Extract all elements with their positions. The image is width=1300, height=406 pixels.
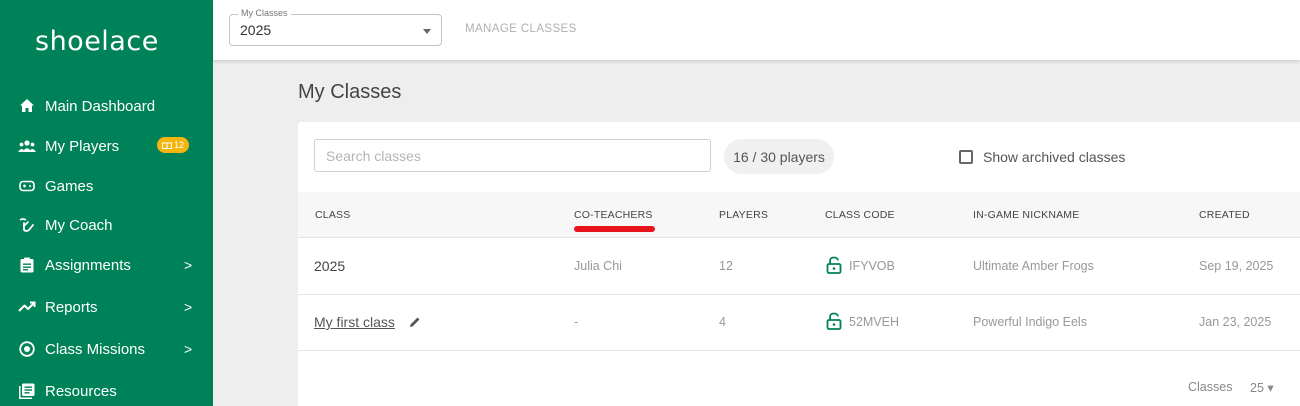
players-cell: 4 [719,315,726,329]
gift-icon [162,142,172,149]
dropdown-arrow-icon [423,29,431,34]
shoelace-logo[interactable]: shoelace [35,18,180,70]
chevron-right-icon: > [184,257,193,273]
column-header-class-code[interactable]: CLASS CODE [825,209,895,221]
page-title: My Classes [298,81,402,103]
logo-text: shoelace [35,26,159,57]
select-label: My Classes [238,8,291,18]
chevron-right-icon: > [184,341,193,357]
sidebar-item-label: Main Dashboard [45,97,156,115]
resources-icon [18,382,36,400]
nickname-cell: Ultimate Amber Frogs [973,259,1094,273]
search-input[interactable] [314,139,711,172]
class-name: 2025 [314,258,346,274]
co-teachers-cell: - [574,315,579,329]
sidebar-item-resources[interactable]: Resources [0,373,213,406]
show-archived-toggle[interactable]: Show archived classes [959,149,1125,165]
table-header: CLASS CO-TEACHERS PLAYERS CLASS CODE IN-… [298,192,1300,238]
sidebar-item-assignments[interactable]: Assignments > [0,247,213,283]
column-header-created[interactable]: CREATED [1199,209,1250,221]
unlock-icon[interactable] [826,312,842,330]
sidebar-item-label: Games [45,177,94,195]
created-cell: Sep 19, 2025 [1199,259,1274,273]
rows-per-page-select[interactable]: 25 ▾ [1250,380,1274,395]
gamepad-icon [18,177,36,195]
archived-label: Show archived classes [983,149,1126,165]
missions-icon [18,340,36,358]
pagination-label: Classes [1188,380,1233,394]
trending-icon [18,298,36,316]
sidebar-item-label: Assignments [45,256,131,274]
unlock-icon[interactable] [826,256,842,274]
column-header-nickname[interactable]: IN-GAME NICKNAME [973,209,1079,221]
home-icon [18,97,36,115]
class-code-cell: 52MVEH [849,315,900,329]
sidebar-item-label: Class Missions [45,340,146,358]
sidebar-item-main-dashboard[interactable]: Main Dashboard [0,88,213,124]
players-count-badge: 16 / 30 players [724,139,834,174]
column-header-co-teachers[interactable]: CO-TEACHERS [574,209,653,221]
sidebar-item-class-missions[interactable]: Class Missions > [0,331,213,367]
table-row[interactable]: 2025 Julia Chi 12 IFYVOB Ultimate Amber … [298,239,1300,295]
sidebar-item-reports[interactable]: Reports > [0,289,213,325]
players-icon [18,137,36,155]
top-bar: My Classes 2025 MANAGE CLASSES [213,0,1300,60]
column-header-players[interactable]: PLAYERS [719,209,768,221]
sidebar-item-label: Reports [45,298,98,316]
sidebar-item-my-players[interactable]: My Players 12 [0,128,213,164]
class-year-select[interactable]: My Classes 2025 [229,8,442,46]
created-cell: Jan 23, 2025 [1199,315,1272,329]
sidebar-item-label: Resources [45,382,117,400]
nickname-cell: Powerful Indigo Eels [973,315,1087,329]
manage-classes-button[interactable]: MANAGE CLASSES [465,23,577,35]
chevron-right-icon: > [184,299,193,315]
sidebar: shoelace Main Dashboard My Players 12 Ga… [0,0,213,406]
class-name-link[interactable]: My first class [314,314,395,330]
archived-checkbox[interactable] [959,150,973,164]
clipboard-icon [18,256,36,274]
players-badge: 12 [157,137,190,153]
sidebar-item-my-coach[interactable]: My Coach [0,207,213,243]
sidebar-item-games[interactable]: Games [0,168,213,204]
classes-card: 16 / 30 players Show archived classes CL… [298,122,1300,406]
coach-icon [18,216,36,234]
table-row[interactable]: My first class - 4 52MVEH Powerful Indig… [298,295,1300,351]
sidebar-item-label: My Coach [45,216,113,234]
sidebar-item-label: My Players [45,137,120,155]
players-cell: 12 [719,259,733,273]
select-value: 2025 [240,22,272,38]
highlight-underline [574,226,655,232]
edit-pencil-icon[interactable] [408,315,422,329]
column-header-class[interactable]: CLASS [315,209,350,221]
co-teachers-cell: Julia Chi [574,259,622,273]
badge-count: 12 [174,140,185,150]
class-code-cell: IFYVOB [849,259,895,273]
